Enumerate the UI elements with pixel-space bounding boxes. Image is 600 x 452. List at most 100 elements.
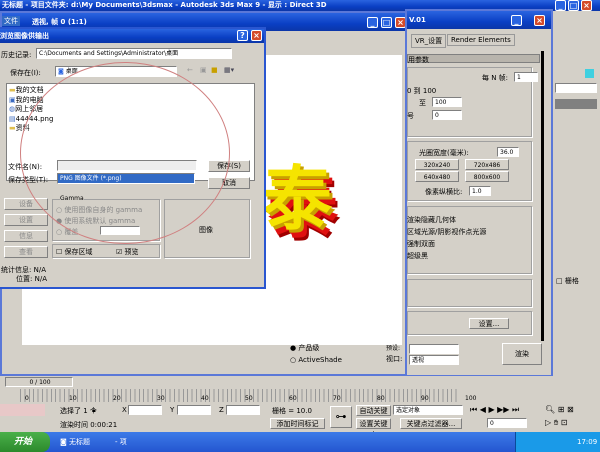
grid-size: 栅格 = 10.0 bbox=[272, 407, 312, 415]
render-setup-title: V.01 bbox=[409, 16, 426, 24]
add-time-tag[interactable]: 添加时间标记 bbox=[270, 418, 325, 429]
pan-icon[interactable]: ▷ ✋︎ ⊡ bbox=[545, 418, 568, 428]
info-button[interactable]: 信息 bbox=[4, 230, 48, 242]
aperture-input[interactable]: 36.0 bbox=[497, 147, 519, 157]
save-dialog-close-button[interactable]: × bbox=[251, 30, 262, 41]
to-input[interactable]: 100 bbox=[432, 97, 462, 107]
menu-file[interactable]: 文件 bbox=[2, 16, 20, 26]
mode-activeshade-label: ActiveShade bbox=[298, 356, 342, 364]
size-320x240-button[interactable]: 320x240 bbox=[415, 159, 459, 170]
option-force-2sided[interactable]: 强制双面 bbox=[407, 239, 435, 249]
size-720x486-button[interactable]: 720x486 bbox=[465, 159, 509, 170]
save-region-checkbox[interactable]: ☐ 保存区域 bbox=[56, 247, 93, 257]
location-label: 位置: N/A bbox=[16, 275, 47, 283]
lock-icon[interactable]: 🔒︎ bbox=[92, 406, 96, 415]
setup-button[interactable]: 设置... bbox=[469, 318, 509, 329]
back-icon[interactable]: ← bbox=[187, 66, 193, 74]
command-dropdown[interactable] bbox=[555, 83, 597, 93]
timeline-tick-label: 100 bbox=[465, 395, 477, 402]
up-folder-icon[interactable]: ▣ bbox=[200, 66, 207, 74]
timeline-track[interactable] bbox=[20, 389, 460, 402]
timeline-tick-label: 30 bbox=[157, 395, 165, 402]
taskbar-item-untitled[interactable]: ◙ 无标题 bbox=[60, 437, 90, 447]
aperture-label: 光圈宽度(毫米): bbox=[419, 149, 469, 157]
option-super-black[interactable]: 超级黑 bbox=[407, 251, 428, 261]
maximize-button[interactable]: □ bbox=[568, 0, 579, 11]
viewport-dropdown[interactable]: 透视 bbox=[409, 355, 459, 365]
setup-minimize-button[interactable]: _ bbox=[511, 15, 522, 26]
preset-label: 预设: bbox=[386, 345, 401, 352]
folder-icon: ▬ bbox=[9, 124, 16, 132]
timeline-tick-label: 20 bbox=[113, 395, 121, 402]
option-area-lights[interactable]: 区域光源/阴影视作点光源 bbox=[407, 227, 486, 237]
tab-vr-settings[interactable]: VR_设置 bbox=[411, 34, 447, 48]
selection-dropdown[interactable]: 选定对象 bbox=[393, 405, 463, 415]
every-nth-input[interactable]: 1 bbox=[514, 72, 538, 82]
save-dialog-title: 浏览图像供输出 bbox=[0, 32, 49, 40]
pixel-aspect-input[interactable]: 1.0 bbox=[469, 186, 491, 196]
set-key-button[interactable]: 设置关键点 bbox=[356, 418, 391, 439]
every-nth-label: 每 N 帧: bbox=[482, 74, 509, 82]
grid-checkbox[interactable]: □ 栅格 bbox=[556, 276, 579, 286]
start-button[interactable]: 开始 bbox=[0, 432, 50, 452]
mode-product-radio[interactable]: ● 产品级 bbox=[290, 343, 319, 353]
render-button[interactable]: 渲染 bbox=[502, 343, 542, 365]
history-dropdown[interactable]: C:\Documents and Settings\Administrator\… bbox=[36, 48, 232, 59]
setup-scrollbar[interactable] bbox=[541, 51, 544, 341]
new-folder-icon[interactable]: ■ bbox=[211, 66, 218, 74]
annotation-circle bbox=[20, 62, 230, 244]
size-800x600-button[interactable]: 800x600 bbox=[465, 171, 509, 182]
taskbar-item-project[interactable]: - 项 bbox=[115, 437, 127, 447]
timeline-tick-label: 60 bbox=[289, 395, 297, 402]
to-label: 至 bbox=[419, 99, 426, 107]
close-button[interactable]: × bbox=[581, 0, 592, 11]
mode-activeshade-radio[interactable]: ○ ActiveShade bbox=[290, 356, 342, 364]
key-icon[interactable]: ⊶ bbox=[330, 406, 352, 428]
timeline-tick-label: 0 bbox=[25, 395, 29, 402]
view-button[interactable]: 查看 bbox=[4, 246, 48, 258]
num-label: 号 bbox=[407, 112, 414, 120]
playback-controls[interactable]: ⏮ ◀ ▶ ▶▶ ⏭ bbox=[470, 405, 519, 415]
timeline-tick-label: 90 bbox=[421, 395, 429, 402]
frame-minimize-button[interactable]: _ bbox=[367, 17, 378, 28]
timeline-tick-label: 10 bbox=[69, 395, 77, 402]
tab-render-elements[interactable]: Render Elements bbox=[447, 34, 515, 46]
start-label: 开始 bbox=[14, 437, 33, 447]
zoom-icon[interactable]: 🔍︎ ⊞ ⊠ bbox=[545, 405, 574, 414]
x-coordinate-input[interactable] bbox=[128, 405, 162, 415]
size-640x480-button[interactable]: 640x480 bbox=[415, 171, 459, 182]
history-label: 历史记录: bbox=[1, 51, 32, 59]
viewport-label: 视口: bbox=[386, 355, 403, 363]
key-filters-button[interactable]: 关键点过滤器... bbox=[400, 418, 462, 429]
auto-key-button[interactable]: 自动关键点 bbox=[356, 405, 391, 426]
z-coordinate-input[interactable] bbox=[226, 405, 260, 415]
rollout-header[interactable]: 用参数 bbox=[407, 54, 540, 64]
image-label: 图像 bbox=[199, 226, 213, 234]
help-button[interactable]: ? bbox=[237, 30, 248, 41]
setup-image-button[interactable]: 设置 bbox=[4, 214, 48, 226]
preset-dropdown[interactable] bbox=[409, 344, 459, 354]
setup-close-button[interactable]: × bbox=[534, 15, 545, 26]
timeline-tick-label: 80 bbox=[377, 395, 385, 402]
time-slider[interactable]: 0 / 100 bbox=[5, 377, 73, 387]
folder-icon: ▬ bbox=[9, 86, 16, 94]
range-text: 0 到 100 bbox=[407, 87, 437, 95]
pixel-aspect-label: 像素纵横比: bbox=[425, 188, 463, 196]
minimize-button[interactable]: _ bbox=[555, 0, 566, 11]
rollout-title: 用参数 bbox=[408, 56, 429, 64]
frame-input[interactable]: 0 bbox=[487, 418, 527, 428]
bottom-panel: 0 / 100 0 10 20 30 40 50 60 70 80 90 100 选择了 1 个 🔒… bbox=[0, 376, 600, 439]
color-swatch[interactable] bbox=[585, 69, 594, 78]
y-coordinate-input[interactable] bbox=[177, 405, 211, 415]
rendered-3d-text: 泰 bbox=[262, 158, 332, 240]
frame-maximize-button[interactable]: □ bbox=[381, 17, 392, 28]
option-render-hidden[interactable]: 渲染隐藏几何体 bbox=[407, 215, 456, 225]
y-label: Y bbox=[170, 406, 175, 414]
render-frame-title: 透视, 帧 0 (1:1) bbox=[32, 18, 87, 26]
save-in-label: 保存在(I): bbox=[10, 69, 41, 77]
num-input[interactable]: 0 bbox=[432, 110, 462, 120]
desktop-icon: ◙ bbox=[58, 68, 66, 75]
preview-checkbox[interactable]: ☑ 预览 bbox=[116, 247, 139, 257]
view-menu-icon[interactable]: ▦▾ bbox=[224, 66, 234, 74]
computer-icon: ▣ bbox=[9, 95, 16, 104]
